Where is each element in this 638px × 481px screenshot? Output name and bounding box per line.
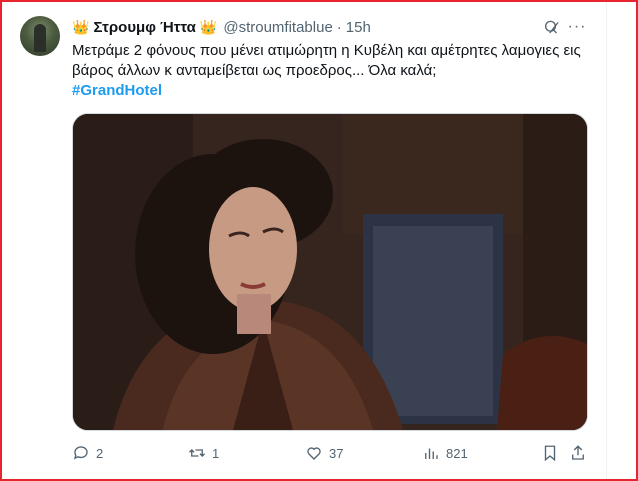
views-button[interactable]: 821 [422, 443, 468, 463]
more-icon[interactable]: ··· [566, 16, 588, 38]
share-button[interactable] [569, 443, 587, 463]
like-icon [307, 447, 321, 460]
user-handle[interactable]: @stroumfitablue [223, 19, 332, 36]
reply-button[interactable]: 2 [72, 443, 103, 463]
reply-count: 2 [96, 445, 104, 461]
grok-icon[interactable] [543, 18, 561, 36]
repost-count: 1 [212, 445, 220, 461]
views-count: 821 [446, 445, 468, 461]
repost-button[interactable]: 1 [188, 443, 219, 463]
like-count: 37 [329, 445, 344, 461]
repost-icon [189, 449, 205, 457]
tweet-header: 👑 Στρουμφ Ήττα 👑 @stroumfitablue · 15h [72, 16, 371, 38]
display-name[interactable]: Στρουμφ Ήττα [93, 19, 195, 36]
separator: · [336, 18, 342, 36]
share-icon [572, 445, 584, 460]
tweet-text: Μετράμε 2 φόνους που μένει ατιμώρητη η Κ… [72, 42, 581, 79]
timestamp[interactable]: 15h [346, 19, 371, 36]
bookmark-icon [544, 445, 556, 462]
reply-icon [73, 446, 88, 460]
hashtag-link[interactable]: #GrandHotel [72, 81, 162, 101]
tweet-media[interactable] [72, 113, 588, 431]
tweet-actions: 2 1 37 821 [72, 443, 592, 463]
like-button[interactable]: 37 [305, 443, 343, 463]
crown-emoji: 👑 [199, 18, 218, 35]
bookmark-button[interactable] [541, 443, 559, 463]
views-icon [425, 448, 438, 459]
column-divider [606, 2, 607, 479]
avatar[interactable] [20, 16, 60, 56]
crown-emoji: 👑 [72, 18, 90, 35]
